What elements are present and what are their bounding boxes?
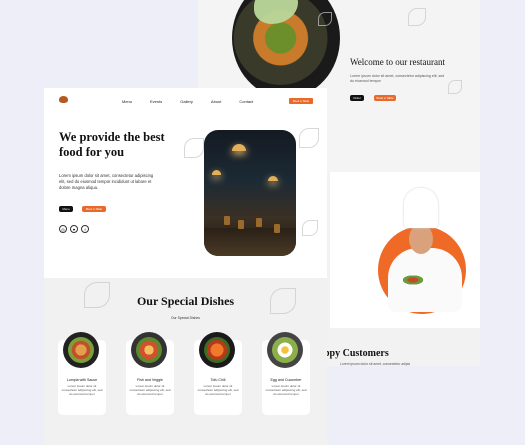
dish-name: Lumpia with Sauce	[66, 378, 98, 382]
special-dishes-subtitle: Our Special Dishes	[170, 316, 201, 320]
hero-menu-button[interactable]: Menu	[59, 206, 73, 212]
nav-item-contact[interactable]: Contact	[239, 99, 253, 104]
restaurant-interior-image	[204, 130, 296, 256]
chef-image	[378, 186, 466, 314]
chef-section	[330, 172, 480, 328]
back-welcome-text: Lorem ipsum dolor sit amet, consectetur …	[350, 74, 445, 83]
hero-title: We provide the best food for you	[59, 130, 165, 159]
dish-image	[199, 332, 235, 368]
social-links: ◎ ♥ f	[59, 225, 89, 233]
special-dishes-title: Our Special Dishes	[136, 294, 235, 308]
logo-icon[interactable]	[59, 96, 68, 103]
hero-description: Lorem ipsum dolor sit amet, consectetur …	[59, 173, 154, 190]
dish-name: Fish and Veggie	[137, 378, 163, 382]
nav-item-gallery[interactable]: Gallery	[180, 99, 193, 104]
dish-card[interactable]: Egg and Cucumber Lorem ipsum dolor sit c…	[262, 332, 310, 415]
herb-sketch-icon	[408, 8, 426, 26]
special-dishes-section: Our Special Dishes Our Special Dishes Lu…	[44, 278, 327, 445]
back-welcome-title: Welcome to our restaurant	[350, 57, 445, 67]
dish-description: Lorem ipsum dolor sit consectetur adipis…	[129, 384, 171, 397]
dish-description: Lorem ipsum dolor sit consectetur adipis…	[265, 384, 307, 397]
back-customers-text: Lorem ipsum dolor sit amet, consectetur …	[340, 362, 410, 366]
dish-description: Lorem ipsum dolor sit consectetur adipis…	[61, 384, 103, 397]
nav-item-about[interactable]: About	[211, 99, 221, 104]
dish-name: Tofu Chili	[210, 378, 226, 382]
twitter-icon[interactable]: ♥	[70, 225, 78, 233]
instagram-icon[interactable]: ◎	[59, 225, 67, 233]
main-nav: Menu Events Gallery About Contact	[122, 99, 271, 104]
herb-sketch-icon	[302, 220, 318, 236]
nav-item-events[interactable]: Events	[150, 99, 162, 104]
facebook-icon[interactable]: f	[81, 225, 89, 233]
back-customers-section	[330, 328, 480, 366]
dish-card[interactable]: Fish and Veggie Lorem ipsum dolor sit co…	[126, 332, 174, 415]
herb-sketch-icon	[299, 128, 319, 148]
dish-description: Lorem ipsum dolor sit consectetur adipis…	[197, 384, 239, 397]
nav-book-table-button[interactable]: Book a Table	[289, 98, 313, 104]
herb-sketch-icon	[448, 80, 462, 94]
lettuce-garnish	[254, 0, 298, 24]
back-book-table-button[interactable]: Book a Table	[374, 95, 396, 101]
front-page-preview: Menu Events Gallery About Contact Book a…	[44, 88, 327, 445]
dish-card[interactable]: Lumpia with Sauce Lorem ipsum dolor sit …	[58, 332, 106, 415]
dish-card[interactable]: Tofu Chili Lorem ipsum dolor sit consect…	[194, 332, 242, 415]
hero-book-table-button[interactable]: Book a Table	[82, 206, 106, 212]
back-customers-title: ppy Customers	[324, 348, 389, 359]
back-order-button[interactable]: Order	[350, 95, 364, 101]
herb-sketch-icon	[318, 12, 332, 26]
dish-image	[267, 332, 303, 368]
dish-image	[63, 332, 99, 368]
nav-item-menu[interactable]: Menu	[122, 99, 132, 104]
dish-name: Egg and Cucumber	[270, 378, 302, 382]
dish-image	[131, 332, 167, 368]
